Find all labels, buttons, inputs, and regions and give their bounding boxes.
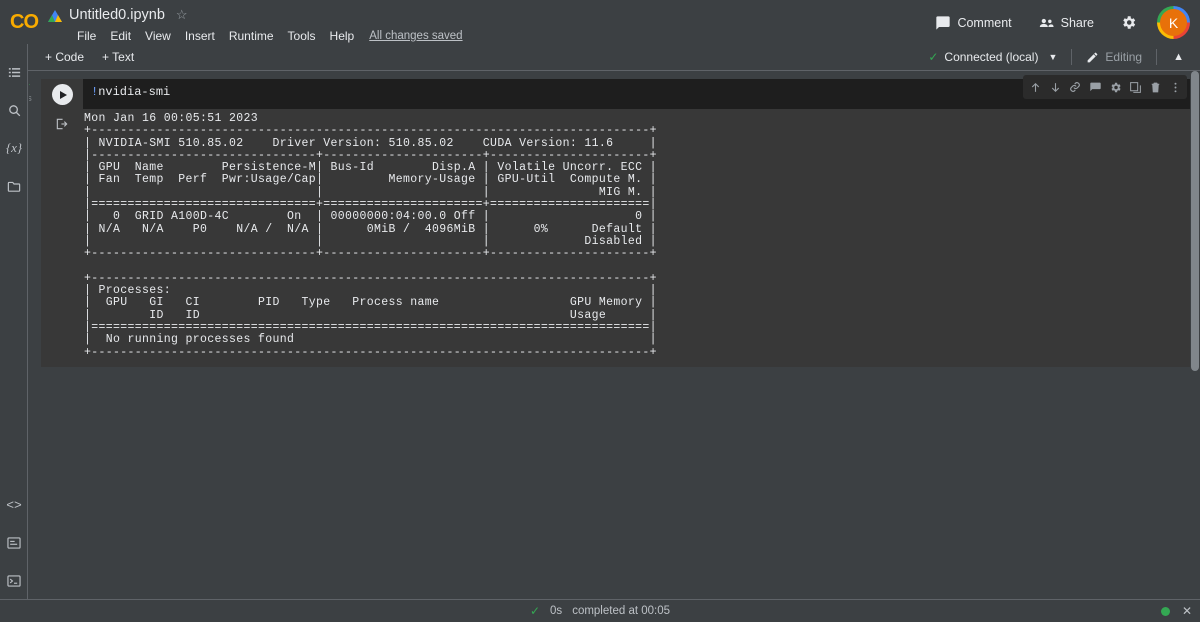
colab-logo[interactable]: CO [0,0,48,44]
execution-time-label: 0s [29,93,32,103]
sidebar-item-files[interactable] [0,167,28,205]
menu-bar: File Edit View Insert Runtime Tools Help… [48,26,463,46]
colab-logo-text: CO [10,10,39,33]
close-icon[interactable]: ✕ [1182,604,1192,618]
chevron-down-icon[interactable]: ▼ [1048,52,1057,62]
notebook-toolbar: + Code + Text ✓ Connected (local) ▼ Edit… [0,44,1200,71]
execution-status: ✓ 0s completed at 00:05 [530,604,670,618]
comment-label: Comment [957,15,1012,30]
terminal-icon [6,574,22,588]
status-duration: 0s [550,605,563,617]
add-code-cell-button[interactable]: + Code [38,47,91,67]
editing-mode-button[interactable]: Editing [1080,47,1148,67]
cell-output: Mon Jan 16 00:05:51 2023 +--------------… [41,109,1191,367]
share-button[interactable]: Share [1032,11,1100,35]
drive-icon [48,9,62,22]
status-bar-right: ✕ [1160,604,1192,618]
rail-bottom-group: <> [0,486,28,600]
add-comment-icon[interactable] [1086,77,1104,97]
divider [1156,49,1158,65]
play-icon [59,90,67,99]
sidebar-item-search[interactable] [0,91,28,129]
copy-cell-icon[interactable] [1126,77,1144,97]
output-text: Mon Jan 16 00:05:51 2023 +--------------… [84,112,657,359]
connection-status-label: Connected (local) [944,50,1039,64]
menu-item-view[interactable]: View [138,27,178,45]
check-icon: ✓ [529,604,541,618]
status-message: completed at 00:05 [572,605,671,617]
sidebar-item-code-snippets[interactable]: <> [0,486,28,524]
avatar-initial: K [1160,9,1187,36]
code-row: !nvidia-smi [41,79,1191,109]
avatar[interactable]: K [1157,6,1190,39]
title-block: Untitled0.ipynb ☆ File Edit View Insert … [48,0,463,46]
green-status-dot [1160,606,1170,616]
cell-settings-icon[interactable] [1106,77,1124,97]
run-cell-button[interactable] [51,84,73,105]
check-icon: ✓ [928,50,939,64]
move-cell-up-icon[interactable] [1026,77,1044,97]
star-outline-icon[interactable]: ☆ [176,7,188,23]
save-status[interactable]: All changes saved [369,30,462,42]
run-button-container [41,79,83,109]
menu-item-edit[interactable]: Edit [103,27,138,45]
variables-icon: {x} [5,140,23,155]
output-actions [41,113,83,359]
gear-icon [1120,14,1137,31]
search-icon [7,103,22,118]
menu-item-file[interactable]: File [70,27,103,45]
add-text-cell-button[interactable]: + Text [95,47,141,67]
link-to-cell-icon[interactable] [1066,77,1084,97]
cell-wrapper: ✓ 0s [29,75,1191,367]
vertical-scrollbar-track[interactable] [1190,71,1200,599]
menu-item-insert[interactable]: Insert [178,27,222,45]
pencil-icon [1086,51,1099,64]
comment-button[interactable]: Comment [929,11,1017,35]
comment-icon [935,15,951,31]
notebook-body: ✓ 0s [29,71,1200,599]
sidebar-item-terminal[interactable] [0,562,28,600]
more-vert-icon[interactable] [1166,77,1184,97]
command-palette-icon [6,536,22,550]
menu-item-tools[interactable]: Tools [281,27,323,45]
delete-cell-icon[interactable] [1146,77,1164,97]
sidebar-item-command-palette[interactable] [0,524,28,562]
sidebar-item-toc[interactable] [0,53,28,91]
toolbar-right-group: ✓ Connected (local) ▼ Editing ▲ [922,47,1192,67]
execution-success-icon: ✓ [29,83,40,94]
header-actions: Comment Share K [929,6,1190,39]
code-snippets-icon: <> [6,497,22,513]
connection-status-button[interactable]: ✓ Connected (local) ▼ [922,47,1063,67]
code-command-token: nvidia-smi [98,85,171,99]
add-cell-group: + Code + Text [38,47,141,67]
notebook-title[interactable]: Untitled0.ipynb [69,7,165,23]
code-cell[interactable]: !nvidia-smi Mon Jan 16 00:05:51 2023 +--… [41,75,1191,367]
cell-toolbar [1023,75,1187,99]
execution-indicator: ✓ 0s [29,83,40,104]
toc-icon [7,65,22,80]
left-sidebar-rail: {x} <> [0,44,28,622]
editing-label: Editing [1105,50,1143,64]
open-output-icon[interactable] [55,117,69,359]
title-row: Untitled0.ipynb ☆ [48,4,463,26]
divider [1071,49,1073,65]
people-icon [1038,15,1055,31]
colab-app: CO Untitled0.ipynb ☆ File Edit View Inse… [0,0,1200,622]
sidebar-item-variables[interactable]: {x} [0,129,28,167]
menu-item-help[interactable]: Help [323,27,362,45]
move-cell-down-icon[interactable] [1046,77,1064,97]
share-label: Share [1060,15,1094,30]
vertical-scrollbar-thumb[interactable] [1191,71,1199,371]
status-bar: ✓ 0s completed at 00:05 ✕ [0,599,1200,622]
files-icon [6,179,22,194]
menu-item-runtime[interactable]: Runtime [222,27,281,45]
rail-top-group: {x} [0,44,27,205]
app-header: CO Untitled0.ipynb ☆ File Edit View Inse… [0,0,1200,44]
settings-button[interactable] [1114,10,1143,35]
chevron-up-icon[interactable]: ▲ [1165,48,1192,66]
